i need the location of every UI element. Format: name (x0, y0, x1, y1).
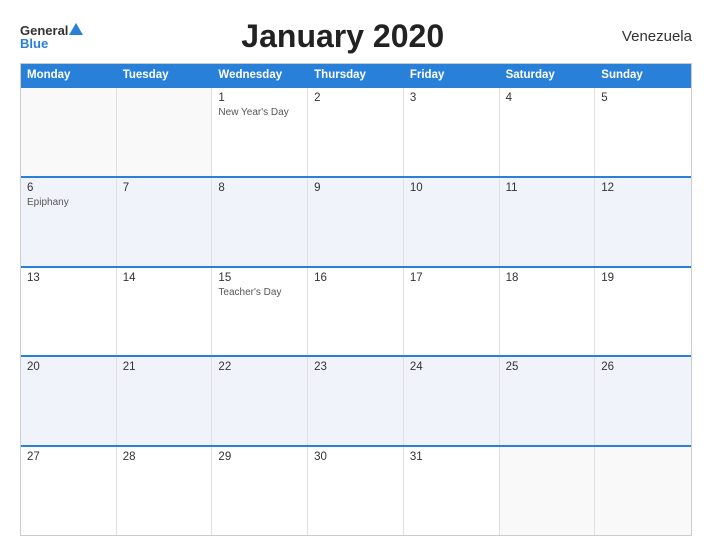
day-event: Teacher's Day (218, 287, 301, 298)
day-number: 29 (218, 451, 301, 463)
day-cell-w5-d6 (500, 447, 596, 535)
day-cell-w2-d5: 10 (404, 178, 500, 266)
day-number: 5 (601, 92, 685, 104)
day-number: 24 (410, 361, 493, 373)
day-number: 12 (601, 182, 685, 194)
header-monday: Monday (21, 64, 117, 86)
day-cell-w5-d4: 30 (308, 447, 404, 535)
day-cell-w1-d5: 3 (404, 88, 500, 176)
day-cell-w4-d7: 26 (595, 357, 691, 445)
day-number: 16 (314, 272, 397, 284)
day-number: 21 (123, 361, 206, 373)
week-row-2: 6 Epiphany 78 9 10 11 12 (21, 176, 691, 266)
day-number: 7 (123, 182, 206, 194)
day-cell-w3-d4: 16 (308, 268, 404, 356)
day-cell-w1-d1 (21, 88, 117, 176)
week-row-3: 13 14 15 Teacher's Day 16 17 18 19 (21, 266, 691, 356)
day-cell-w5-d2: 28 (117, 447, 213, 535)
day-number: 4 (506, 92, 589, 104)
day-cell-w2-d7: 12 (595, 178, 691, 266)
day-number: 30 (314, 451, 397, 463)
day-number: 17 (410, 272, 493, 284)
day-cell-w3-d2: 14 (117, 268, 213, 356)
day-cell-w2-d1: 6 Epiphany (21, 178, 117, 266)
day-number: 19 (601, 272, 685, 284)
header-wednesday: Wednesday (212, 64, 308, 86)
day-number: 25 (506, 361, 589, 373)
header-tuesday: Tuesday (117, 64, 213, 86)
day-cell-w5-d3: 29 (212, 447, 308, 535)
day-cell-w1-d4: 2 (308, 88, 404, 176)
header-sunday: Sunday (595, 64, 691, 86)
week-row-1: 1 New Year's Day 2 3 45 (21, 86, 691, 176)
day-cell-w5-d1: 27 (21, 447, 117, 535)
day-number: 26 (601, 361, 685, 373)
day-number: 6 (27, 182, 110, 194)
day-cell-w3-d3: 15 Teacher's Day (212, 268, 308, 356)
day-cell-w1-d2 (117, 88, 213, 176)
day-cell-w5-d7 (595, 447, 691, 535)
day-cell-w4-d1: 20 (21, 357, 117, 445)
day-number: 20 (27, 361, 110, 373)
day-number: 31 (410, 451, 493, 463)
day-cell-w5-d5: 31 (404, 447, 500, 535)
day-cell-w3-d6: 18 (500, 268, 596, 356)
day-number: 13 (27, 272, 110, 284)
day-cell-w2-d4: 9 (308, 178, 404, 266)
page: General Blue January 2020 Venezuela Mond… (0, 0, 712, 550)
day-number: 1 (218, 92, 301, 104)
day-number: 18 (506, 272, 589, 284)
day-number: 2 (314, 92, 397, 104)
day-number: 11 (506, 182, 589, 194)
day-number: 22 (218, 361, 301, 373)
header-thursday: Thursday (308, 64, 404, 86)
day-cell-w4-d5: 24 (404, 357, 500, 445)
calendar-title: January 2020 (83, 18, 602, 55)
day-number: 10 (410, 182, 493, 194)
day-number: 23 (314, 361, 397, 373)
day-number: 3 (410, 92, 493, 104)
logo: General Blue (20, 23, 83, 50)
header-saturday: Saturday (500, 64, 596, 86)
day-cell-w4-d3: 22 (212, 357, 308, 445)
day-cell-w2-d3: 8 (212, 178, 308, 266)
day-cell-w4-d4: 23 (308, 357, 404, 445)
day-cell-w3-d5: 17 (404, 268, 500, 356)
day-number: 27 (27, 451, 110, 463)
logo-general-text: General (20, 24, 68, 37)
logo-blue-text: Blue (20, 37, 48, 50)
day-number: 14 (123, 272, 206, 284)
day-number: 9 (314, 182, 397, 194)
day-cell-w4-d6: 25 (500, 357, 596, 445)
logo-triangle-icon (69, 23, 83, 35)
day-cell-w1-d7: 5 (595, 88, 691, 176)
day-headers: Monday Tuesday Wednesday Thursday Friday… (21, 64, 691, 86)
day-cell-w1-d6: 4 (500, 88, 596, 176)
week-row-5: 27 28 29 30 31 (21, 445, 691, 535)
day-cell-w4-d2: 21 (117, 357, 213, 445)
week-row-4: 20 21 22 23 24 25 26 (21, 355, 691, 445)
day-event: Epiphany (27, 197, 110, 208)
day-cell-w3-d7: 19 (595, 268, 691, 356)
header-friday: Friday (404, 64, 500, 86)
day-cell-w2-d2: 7 (117, 178, 213, 266)
day-event: New Year's Day (218, 107, 301, 118)
day-cell-w3-d1: 13 (21, 268, 117, 356)
calendar: Monday Tuesday Wednesday Thursday Friday… (20, 63, 692, 536)
day-number: 15 (218, 272, 301, 284)
weeks: 1New Year's Day23456Epiphany789101112131… (21, 86, 691, 535)
country-label: Venezuela (602, 28, 692, 45)
header: General Blue January 2020 Venezuela (20, 18, 692, 55)
day-number: 28 (123, 451, 206, 463)
day-cell-w1-d3: 1 New Year's Day (212, 88, 308, 176)
day-cell-w2-d6: 11 (500, 178, 596, 266)
day-number: 8 (218, 182, 301, 194)
